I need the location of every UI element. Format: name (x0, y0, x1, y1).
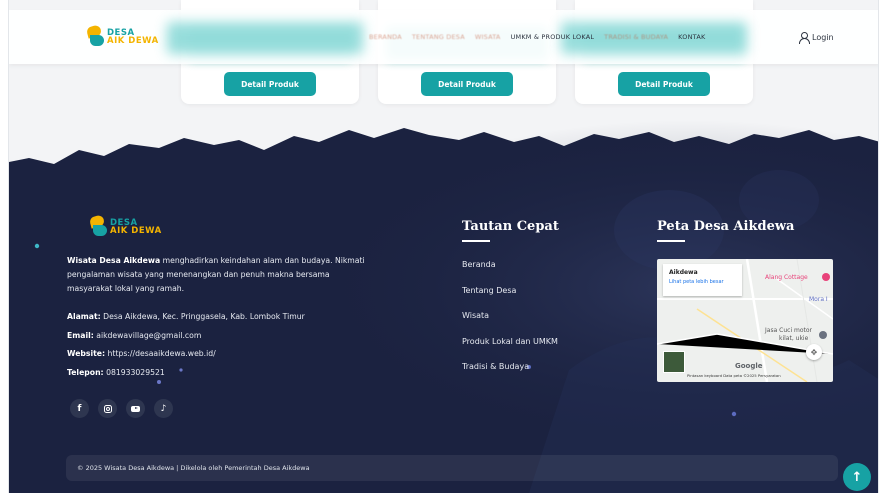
nav-item-wisata[interactable]: WISATA (475, 33, 501, 41)
logo-leaf-icon (88, 214, 107, 238)
embedded-map[interactable]: Aikdewa Lihat peta lebih besar Alang Cot… (657, 259, 833, 382)
contact-website: Website: https://desaaikdewa.web.id/ (67, 349, 216, 358)
footer-logo[interactable]: DESA AIK DEWA (88, 214, 162, 238)
about-bold: Wisata Desa Aikdewa (67, 256, 161, 265)
detail-product-button[interactable]: Detail Produk (224, 72, 316, 96)
footer-contact: Alamat: Desa Aikdewa, Kec. Pringgasela, … (67, 308, 305, 382)
map-label: Jasa Cuci motor (765, 327, 813, 334)
copyright-bar: © 2025 Wisata Desa Aikdewa | Dikelola ol… (66, 455, 838, 481)
site-logo[interactable]: DESA AIK DEWA (85, 24, 159, 48)
footer-about: Wisata Desa Aikdewa menghadirkan keindah… (67, 254, 367, 296)
tiktok-icon[interactable]: ♪ (154, 399, 173, 418)
map-label: kilat, ukie (779, 335, 809, 342)
contact-address: Alamat: Desa Aikdewa, Kec. Pringgasela, … (67, 312, 305, 321)
nav-item-beranda[interactable]: BERANDA (369, 33, 402, 41)
map-title: Peta Desa Aikdewa (657, 219, 795, 234)
login-link[interactable]: Login (798, 32, 834, 44)
contact-email: Email: aikdewavillage@gmail.com (67, 330, 202, 340)
blurred-region (167, 22, 363, 54)
nav-item-tradisi-budaya[interactable]: TRADISI & BUDAYA (604, 33, 668, 41)
quick-links: Beranda Tentang Desa Wisata Produk Lokal… (462, 258, 558, 386)
satellite-thumbnail[interactable] (663, 351, 685, 373)
detail-product-button[interactable]: Detail Produk (421, 72, 513, 96)
map-label: Mora I (809, 296, 828, 303)
nav-item-kontak[interactable]: KONTAK (678, 33, 705, 41)
social-links: f ♪ (70, 399, 173, 418)
footer-link-wisata[interactable]: Wisata (462, 309, 558, 335)
google-logo: Google (735, 362, 763, 370)
top-navbar: DESA AIK DEWA BERANDA TENTANG DESA WISAT… (9, 10, 878, 64)
browser-viewport: Detail Produk Detail Produk Detail Produ… (8, 0, 879, 493)
site-footer: DESA AIK DEWA Wisata Desa Aikdewa mengha… (9, 120, 878, 493)
quick-links-title: Tautan Cepat (462, 219, 559, 234)
user-icon (798, 32, 810, 44)
nav-item-tentang-desa[interactable]: TENTANG DESA (412, 33, 465, 41)
title-underline (657, 240, 685, 242)
logo-leaf-icon (85, 24, 104, 48)
map-pin-icon[interactable] (819, 331, 827, 339)
map-pin-icon[interactable] (822, 273, 830, 281)
logo-text-line2: AIK DEWA (107, 36, 159, 46)
map-larger-link[interactable]: Lihat peta lebih besar (669, 279, 736, 285)
detail-product-button[interactable]: Detail Produk (618, 72, 710, 96)
arrow-up-icon[interactable]: ↑ (843, 463, 871, 491)
footer-link-beranda[interactable]: Beranda (462, 258, 558, 284)
youtube-icon[interactable] (126, 399, 145, 418)
footer-link-tentang-desa[interactable]: Tentang Desa (462, 284, 558, 310)
contact-phone: Telepon: 081933029521 (67, 367, 165, 377)
recenter-icon[interactable]: ✥ (806, 344, 822, 360)
nav-menu: BERANDA TENTANG DESA WISATA UMKM & PRODU… (369, 33, 705, 41)
map-info-card: Aikdewa Lihat peta lebih besar (663, 264, 742, 296)
nav-item-umkm[interactable]: UMKM & PRODUK LOKAL (511, 33, 595, 41)
facebook-icon[interactable]: f (70, 399, 89, 418)
logo-text-line2: AIK DEWA (110, 226, 162, 236)
map-place-name: Aikdewa (669, 269, 698, 276)
instagram-icon[interactable] (98, 399, 117, 418)
map-attribution[interactable]: Pintasan keyboard Data peta ©2025 Persya… (687, 373, 781, 378)
map-label: Alang Cottage (765, 274, 808, 281)
footer-link-tradisi-budaya[interactable]: Tradisi & Budaya (462, 360, 558, 386)
footer-link-produk-umkm[interactable]: Produk Lokal dan UMKM (462, 335, 558, 361)
title-underline (462, 240, 490, 242)
login-label: Login (812, 33, 834, 42)
